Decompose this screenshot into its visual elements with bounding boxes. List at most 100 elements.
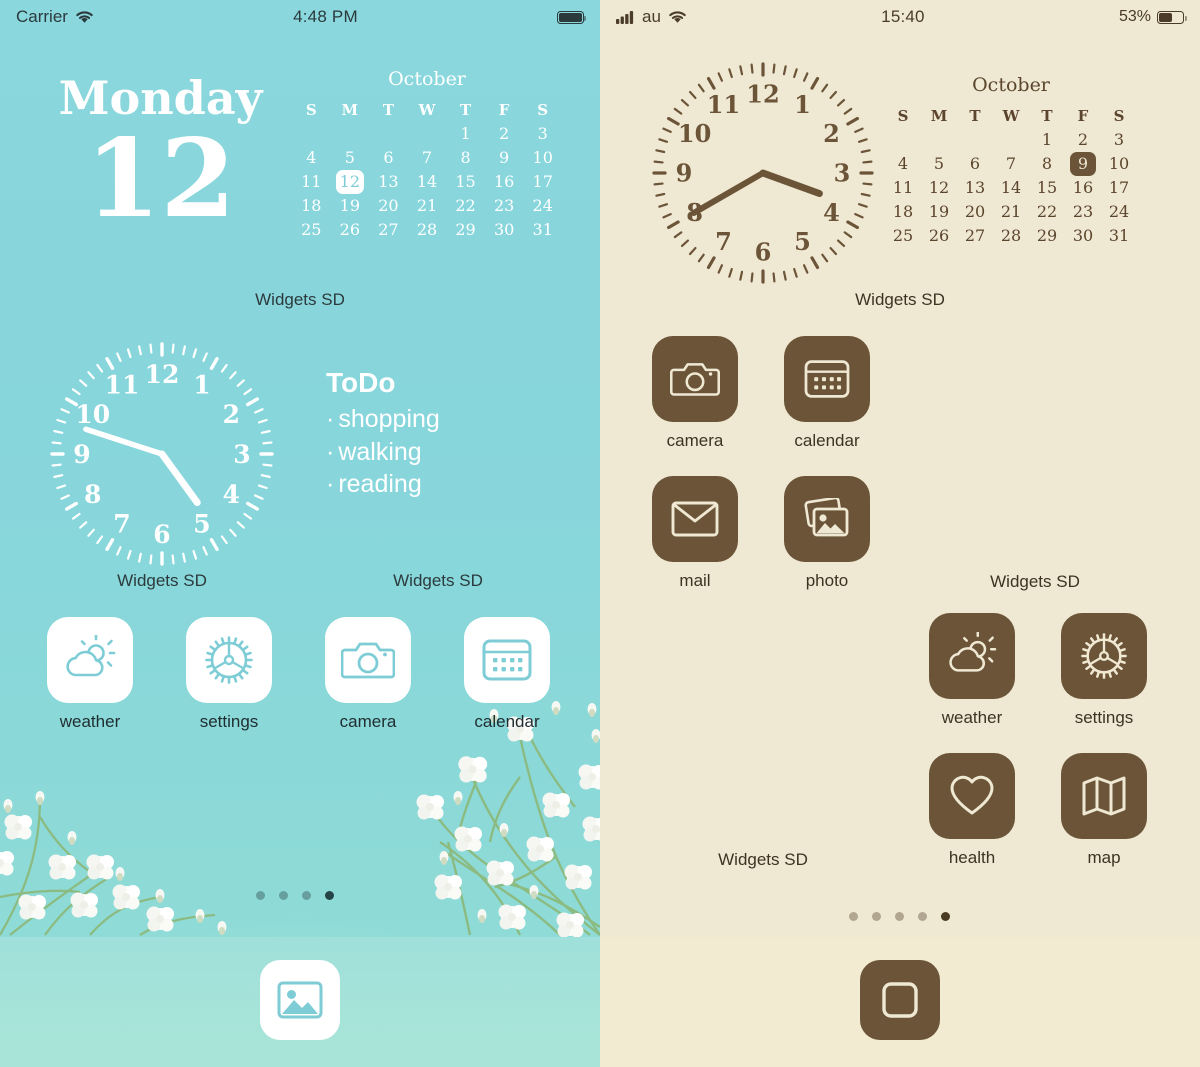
page-dot[interactable] [302,891,311,900]
page-dot[interactable] [918,912,927,921]
calendar-day-cell[interactable]: 23 [485,194,524,218]
calendar-day-cell[interactable]: 6 [369,146,408,170]
calendar-day-cell[interactable]: 29 [1029,224,1065,248]
calendar-day-cell[interactable]: 8 [1029,152,1065,176]
calendar-day-cell[interactable]: 13 [369,170,408,194]
app-tile[interactable] [784,476,870,562]
right-clock-widget[interactable]: 121234567891011 [648,58,878,288]
app-tile[interactable] [784,336,870,422]
app-tile[interactable] [464,617,550,703]
calendar-day-cell[interactable]: 12 [921,176,957,200]
app-calendar[interactable]: calendar [779,336,875,451]
calendar-day-cell[interactable]: 21 [993,200,1029,224]
calendar-day-cell[interactable]: 26 [921,224,957,248]
calendar-day-cell[interactable]: 20 [957,200,993,224]
app-tile[interactable] [1061,753,1147,839]
calendar-day-cell[interactable]: 6 [957,152,993,176]
calendar-day-cell[interactable]: 3 [523,122,562,146]
calendar-day-cell[interactable]: 7 [993,152,1029,176]
calendar-day-cell[interactable]: 29 [446,218,485,242]
calendar-day-cell[interactable]: 5 [921,152,957,176]
calendar-day-cell[interactable]: 3 [1101,128,1137,152]
calendar-day-cell[interactable]: 13 [957,176,993,200]
calendar-day-cell[interactable]: 27 [957,224,993,248]
page-dot[interactable] [872,912,881,921]
calendar-day-cell[interactable]: 30 [485,218,524,242]
app-tile[interactable] [929,753,1015,839]
app-camera[interactable]: camera [647,336,743,451]
dock-app-shortcut[interactable] [850,960,950,1040]
calendar-day-cell[interactable]: 19 [921,200,957,224]
calendar-day-cell[interactable]: 16 [485,170,524,194]
calendar-day-cell[interactable]: 28 [408,218,447,242]
app-weather[interactable]: weather [42,617,138,732]
calendar-day-cell[interactable]: 11 [885,176,921,200]
app-photo[interactable]: photo [779,476,875,591]
calendar-day-cell[interactable]: 23 [1065,200,1101,224]
calendar-day-cell[interactable]: 14 [993,176,1029,200]
calendar-day-cell[interactable]: 4 [292,146,331,170]
calendar-day-cell[interactable]: 25 [885,224,921,248]
calendar-day-cell[interactable]: 31 [523,218,562,242]
calendar-day-cell[interactable]: 31 [1101,224,1137,248]
calendar-day-cell[interactable]: 17 [523,170,562,194]
calendar-day-cell[interactable]: 2 [1065,128,1101,152]
app-settings[interactable]: settings [1056,613,1152,728]
app-tile[interactable] [186,617,272,703]
calendar-day-cell[interactable]: 21 [408,194,447,218]
app-settings[interactable]: settings [181,617,277,732]
calendar-day-cell[interactable]: 14 [408,170,447,194]
app-tile[interactable] [47,617,133,703]
calendar-day-cell[interactable]: 2 [485,122,524,146]
app-weather[interactable]: weather [924,613,1020,728]
left-date-widget[interactable]: Monday 12 [28,75,293,233]
calendar-day-cell[interactable]: 22 [1029,200,1065,224]
page-dot[interactable] [849,912,858,921]
app-map[interactable]: map [1056,753,1152,868]
dock-app-photos[interactable] [250,960,350,1040]
app-tile[interactable] [929,613,1015,699]
calendar-day-cell[interactable]: 9 [485,146,524,170]
left-page-dots[interactable] [256,891,334,900]
app-health[interactable]: health [924,753,1020,868]
calendar-day-cell[interactable]: 5 [331,146,370,170]
right-calendar-widget[interactable]: October S M T W T F S 1 2 3 4 5 6 7 8 9 10 11 12 13 14 15 16 17… [885,74,1137,248]
dock-tile[interactable] [860,960,940,1040]
calendar-day-cell[interactable]: 4 [885,152,921,176]
calendar-day-cell[interactable]: 20 [369,194,408,218]
calendar-day-cell[interactable]: 18 [292,194,331,218]
calendar-day-cell[interactable]: 25 [292,218,331,242]
calendar-day-cell[interactable]: 7 [408,146,447,170]
calendar-day-cell[interactable]: 22 [446,194,485,218]
calendar-day-cell[interactable]: 12 [331,170,370,194]
page-dot[interactable] [895,912,904,921]
page-dot[interactable] [279,891,288,900]
dock-tile[interactable] [260,960,340,1040]
calendar-day-cell[interactable]: 24 [523,194,562,218]
calendar-day-cell[interactable]: 16 [1065,176,1101,200]
app-tile[interactable] [325,617,411,703]
left-clock-widget[interactable]: 12 1 2 3 4 5 6 7 8 9 10 11 [46,338,278,570]
page-dot-active[interactable] [941,912,950,921]
app-tile[interactable] [652,336,738,422]
calendar-day-cell[interactable]: 15 [446,170,485,194]
page-dot[interactable] [256,891,265,900]
app-tile[interactable] [1061,613,1147,699]
calendar-day-cell[interactable]: 28 [993,224,1029,248]
app-mail[interactable]: mail [647,476,743,591]
app-tile[interactable] [652,476,738,562]
calendar-day-cell[interactable]: 15 [1029,176,1065,200]
app-calendar[interactable]: calendar [459,617,555,732]
calendar-day-cell[interactable]: 9 [1065,152,1101,176]
calendar-day-cell[interactable]: 1 [1029,128,1065,152]
calendar-day-cell[interactable]: 19 [331,194,370,218]
calendar-day-cell[interactable]: 10 [523,146,562,170]
page-dot-active[interactable] [325,891,334,900]
calendar-day-cell[interactable]: 18 [885,200,921,224]
calendar-day-cell[interactable]: 24 [1101,200,1137,224]
calendar-day-cell[interactable]: 1 [446,122,485,146]
calendar-day-cell[interactable]: 30 [1065,224,1101,248]
calendar-day-cell[interactable]: 8 [446,146,485,170]
calendar-day-cell[interactable]: 17 [1101,176,1137,200]
right-page-dots[interactable] [849,912,950,921]
